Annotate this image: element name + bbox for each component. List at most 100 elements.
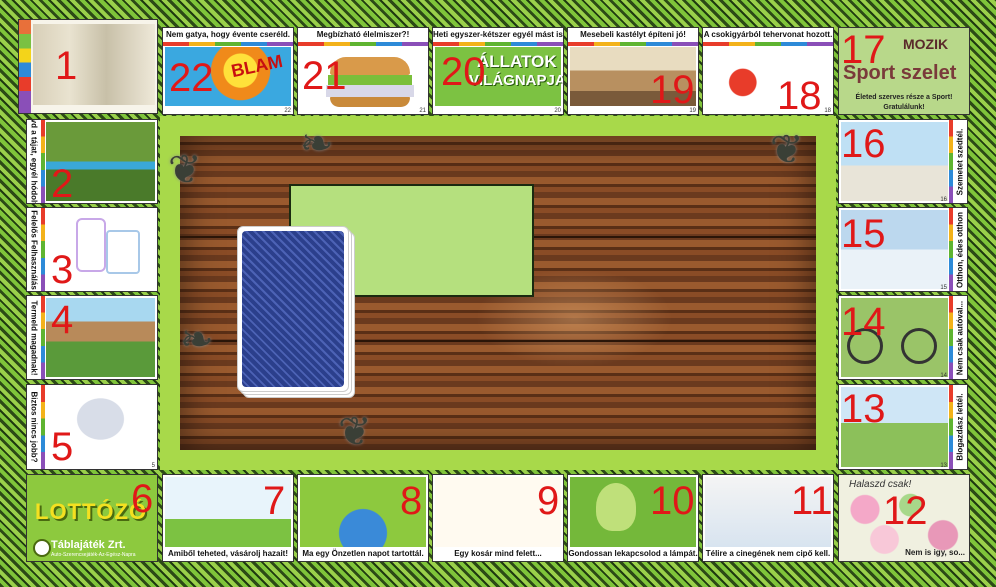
tile-12[interactable]: Halaszd csak! Nem is igy, so... 12 <box>838 474 970 562</box>
tile-21[interactable]: Megbízható élelmiszer?! 21 21 <box>297 27 429 115</box>
tile-index: 22 <box>284 108 291 114</box>
tile-caption: Nem csak autóval... <box>955 300 965 375</box>
tile-number: 16 <box>841 122 886 166</box>
tile-number: 20 <box>441 50 486 94</box>
tile-17[interactable]: MOZIK Sport szelet Életed szerves része … <box>838 27 970 115</box>
tile-17-title-1: MOZIK <box>903 36 949 52</box>
tile-caption: Blogazdász lettél. <box>955 393 965 461</box>
tile-number: 17 <box>841 28 886 72</box>
tile-number: 8 <box>400 479 423 523</box>
tile-18[interactable]: A csokigyárból tehervonat hozott. 18 18 <box>702 27 834 115</box>
tile-caption: Ma egy Önzetlen napot tartottál. <box>298 547 428 561</box>
vine-ornament-icon: ❧ <box>300 122 334 166</box>
tile-caption: Heti egyszer-kétszer egyél mást is! <box>433 28 563 42</box>
tile-number: 7 <box>263 479 286 523</box>
color-bar <box>949 120 953 203</box>
tile-number: 22 <box>169 56 214 100</box>
tile-number: 9 <box>537 479 560 523</box>
color-bar <box>949 296 953 379</box>
tile-caption: Amiből teheted, vásárolj hazait! <box>163 547 293 561</box>
tile-index: 5 <box>151 463 155 469</box>
color-bar <box>41 208 45 291</box>
vine-ornament-icon: ❦ <box>338 410 372 454</box>
color-bar <box>433 42 563 46</box>
tile-2[interactable]: Óvd a tájat, egyél hódolt... 2 <box>26 119 158 204</box>
company-slogan: Auto-Szerencsejáték-Az-Egész-Napra <box>51 552 136 558</box>
lotto-badge-icon <box>33 539 51 557</box>
tile-1[interactable]: 1 <box>18 19 158 114</box>
tile-14[interactable]: Nem csak autóval... 14 14 <box>838 295 968 380</box>
tile-6[interactable]: LOTTÓZÓ Táblajáték Zrt. Auto-Szerencsejá… <box>26 474 158 562</box>
color-bar <box>41 296 45 379</box>
tile-22[interactable]: Nem gatya, hogy évente cseréld. BLAM 22 … <box>162 27 294 115</box>
color-strip <box>19 20 31 113</box>
color-bar <box>703 42 833 46</box>
tile-10[interactable]: Gondossan lekapcsolod a lámpát. 10 <box>567 474 699 562</box>
tile-number: 6 <box>131 477 154 521</box>
tile-number: 21 <box>302 54 347 98</box>
color-bar <box>163 42 293 46</box>
tile-caption: Biztos nincs jobb? <box>29 391 39 463</box>
card-deck[interactable] <box>237 226 355 398</box>
tile-number: 5 <box>51 425 74 469</box>
tile-caption: A csokigyárból tehervonat hozott. <box>703 28 833 42</box>
tile-caption: Felelős Felhasználás <box>29 209 39 290</box>
color-bar <box>949 208 953 291</box>
color-bar <box>41 385 45 469</box>
tile-9[interactable]: Egy kosár mind felett... 9 <box>432 474 564 562</box>
color-bar <box>41 120 45 203</box>
tile-number: 11 <box>791 479 833 523</box>
tile-number: 14 <box>841 300 886 344</box>
tile-index: 21 <box>419 108 426 114</box>
tile-index: 14 <box>940 373 947 379</box>
tile-caption: Óvd a tájat, egyél hódolt... <box>29 119 39 204</box>
tile-number: 18 <box>777 74 822 115</box>
tile-15[interactable]: Otthon, édes otthon 15 15 <box>838 207 968 292</box>
tile-12-bottom-text: Nem is igy, so... <box>905 548 965 557</box>
tile-index: 18 <box>824 108 831 114</box>
tile-16[interactable]: Szemetet szedtél. 16 16 <box>838 119 968 204</box>
vine-ornament-icon: ❧ <box>180 318 214 362</box>
color-bar <box>949 385 953 469</box>
tile-index: 15 <box>940 285 947 291</box>
tile-7[interactable]: Amiből teheted, vásárolj hazait! 7 <box>162 474 294 562</box>
tile-5[interactable]: Biztos nincs jobb? 5 5 <box>26 384 158 470</box>
tile-caption: Nem gatya, hogy évente cseréld. <box>163 28 293 42</box>
tile-caption: Termeld magadnak! <box>29 300 39 375</box>
color-bar <box>298 42 428 46</box>
tile-8[interactable]: Ma egy Önzetlen napot tartottál. 8 <box>297 474 429 562</box>
tile-caption: Életed szerves része a Sport! <box>855 94 953 101</box>
tile-number: 1 <box>55 44 78 88</box>
tile-1-picture <box>33 24 155 105</box>
tile-caption: Otthon, édes otthon <box>955 211 965 288</box>
tile-caption: Megbízható élelmiszer?! <box>298 28 428 42</box>
tile-index: 20 <box>554 108 561 114</box>
tile-index: 19 <box>689 108 696 114</box>
tile-number: 13 <box>841 387 886 431</box>
company-name: Táblajáték Zrt. <box>51 539 126 551</box>
tile-caption: Gondossan lekapcsolod a lámpát. <box>568 547 698 561</box>
tile-caption: Egy kosár mind felett... <box>433 547 563 561</box>
tile-index: 16 <box>940 197 947 203</box>
tile-number: 15 <box>841 212 886 256</box>
tile-caption: Mesebeli kastélyt építeni jó! <box>568 28 698 42</box>
tile-caption: Télire a cinegének nem cipő kell. <box>703 547 833 561</box>
tile-number: 3 <box>51 248 74 292</box>
tile-number: 2 <box>51 162 74 204</box>
tile-20[interactable]: Heti egyszer-kétszer egyél mást is! ÁLLA… <box>432 27 564 115</box>
vine-ornament-icon: ❦ <box>168 148 202 192</box>
tile-20-pic-text-1: ÁLLATOK <box>477 52 557 71</box>
card-back-icon[interactable] <box>237 226 349 392</box>
tile-index: 13 <box>940 463 947 469</box>
tile-13[interactable]: Blogazdász lettél. 13 13 <box>838 384 968 470</box>
color-bar <box>568 42 698 46</box>
tile-19[interactable]: Mesebeli kastélyt építeni jó! 19 19 <box>567 27 699 115</box>
tile-4[interactable]: Termeld magadnak! 4 <box>26 295 158 380</box>
tile-number: 19 <box>650 68 695 112</box>
tile-caption-2: Gratulálunk! <box>883 104 925 111</box>
tile-number: 12 <box>883 489 928 533</box>
tile-11[interactable]: Télire a cinegének nem cipő kell. 11 <box>702 474 834 562</box>
tile-caption: Szemetet szedtél. <box>955 128 965 195</box>
tile-number: 4 <box>51 298 74 342</box>
tile-3[interactable]: Felelős Felhasználás 3 <box>26 207 158 292</box>
